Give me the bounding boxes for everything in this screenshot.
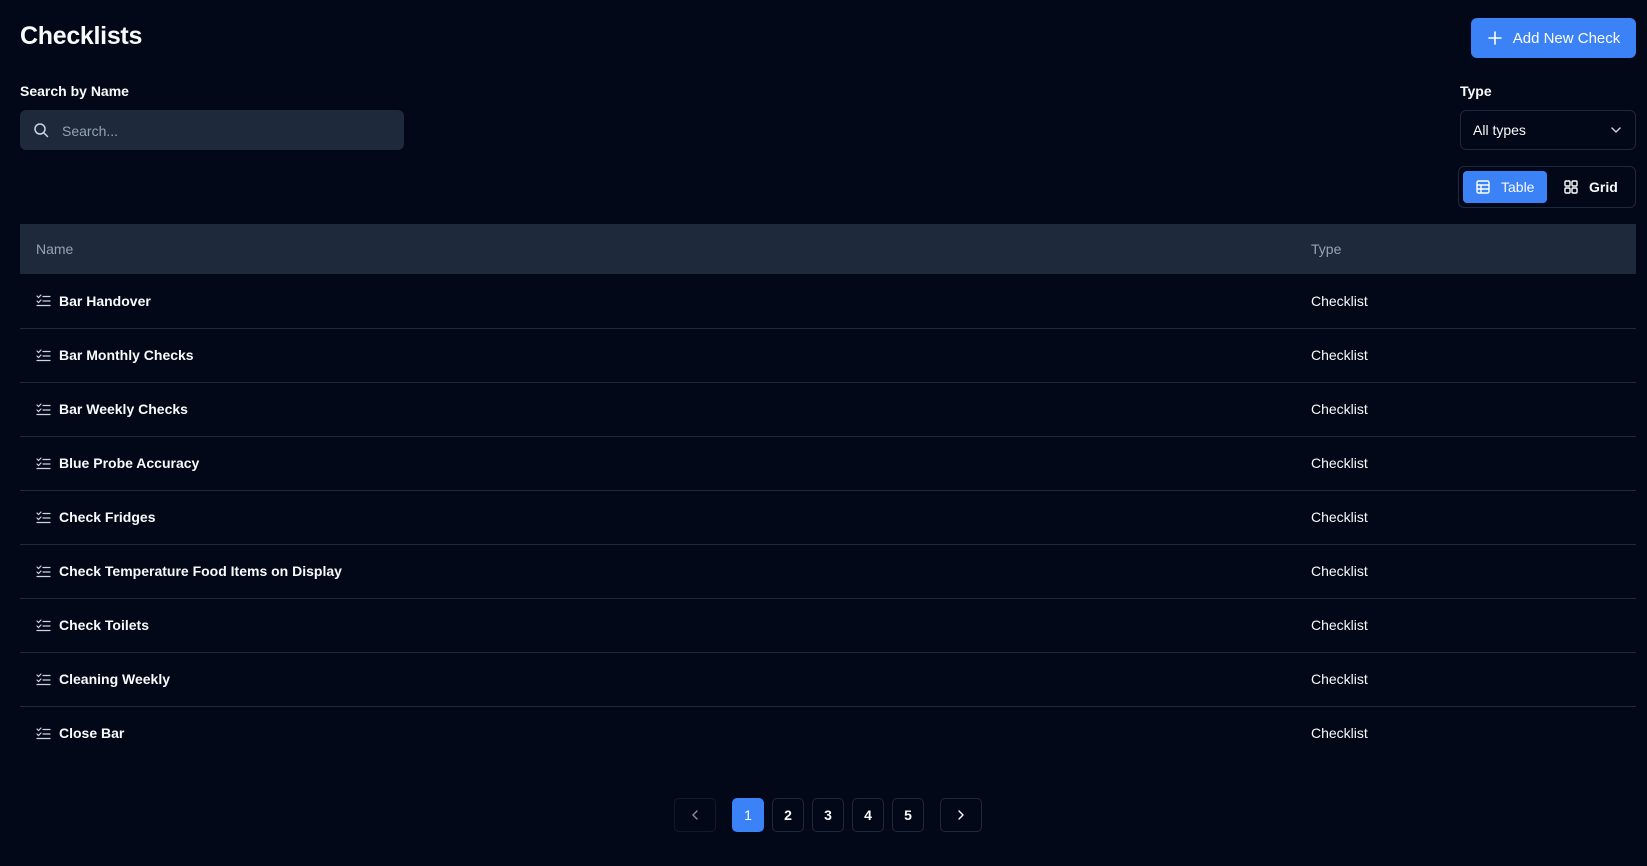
search-icon — [33, 122, 49, 138]
column-header-name[interactable]: Name — [20, 224, 1295, 274]
page-button-1[interactable]: 1 — [732, 798, 764, 832]
list-checks-icon — [36, 456, 51, 471]
type-select-value: All types — [1473, 122, 1526, 138]
row-name: Check Fridges — [59, 509, 156, 525]
grid-view-label: Grid — [1589, 179, 1618, 195]
row-type: Checklist — [1311, 455, 1368, 471]
row-type: Checklist — [1311, 725, 1368, 742]
row-name: Bar Monthly Checks — [59, 347, 194, 363]
next-page-button[interactable] — [940, 798, 982, 832]
table-row[interactable]: Check Toilets Checklist — [20, 598, 1636, 652]
table-row[interactable]: Check Fridges Checklist — [20, 490, 1636, 544]
table-row[interactable]: Blue Probe Accuracy Checklist — [20, 436, 1636, 490]
add-new-check-button[interactable]: Add New Check — [1471, 18, 1636, 58]
table-row[interactable]: Bar Weekly Checks Checklist — [20, 382, 1636, 436]
table-row[interactable]: Check Temperature Food Items on Display … — [20, 544, 1636, 598]
table-view-button[interactable]: Table — [1463, 171, 1547, 203]
list-checks-icon — [36, 564, 51, 579]
row-name: Check Toilets — [59, 617, 149, 633]
row-name: Cleaning Weekly — [59, 671, 171, 687]
row-type: Checklist — [1311, 563, 1368, 579]
chevron-down-icon — [1609, 123, 1623, 137]
list-checks-icon — [36, 348, 51, 363]
table-row[interactable]: Bar Monthly Checks Checklist — [20, 328, 1636, 382]
table-header-row: Name Type — [20, 224, 1636, 274]
plus-icon — [1487, 30, 1503, 46]
row-name: Check Temperature Food Items on Display — [59, 563, 342, 579]
row-type: Checklist — [1311, 401, 1368, 417]
list-checks-icon — [36, 293, 51, 308]
row-type: Checklist — [1311, 347, 1368, 363]
row-name: Blue Probe Accuracy — [59, 455, 200, 471]
chevron-left-icon — [688, 808, 702, 822]
page-button-2[interactable]: 2 — [772, 798, 804, 832]
search-box — [20, 110, 404, 152]
row-type: Checklist — [1311, 292, 1368, 309]
row-name: Bar Handover — [59, 292, 151, 309]
list-checks-icon — [36, 618, 51, 633]
list-checks-icon — [36, 672, 51, 687]
row-name: Bar Weekly Checks — [59, 401, 188, 417]
row-type: Checklist — [1311, 671, 1368, 687]
page-button-3[interactable]: 3 — [812, 798, 844, 832]
row-type: Checklist — [1311, 509, 1368, 525]
page-button-4[interactable]: 4 — [852, 798, 884, 832]
row-name: Close Bar — [59, 725, 125, 742]
view-toggle: Table Grid — [1458, 166, 1636, 208]
pagination: 1 2 3 4 5 — [674, 798, 982, 832]
table-row[interactable]: Bar Handover Checklist — [20, 274, 1636, 328]
table-icon — [1475, 179, 1491, 195]
previous-page-button[interactable] — [674, 798, 716, 832]
row-type: Checklist — [1311, 617, 1368, 633]
list-checks-icon — [36, 726, 51, 741]
page-button-5[interactable]: 5 — [892, 798, 924, 832]
table-view-label: Table — [1501, 179, 1535, 195]
type-select[interactable]: All types — [1460, 110, 1636, 150]
search-input[interactable] — [60, 110, 394, 152]
type-filter-label: Type — [1460, 83, 1492, 99]
list-checks-icon — [36, 402, 51, 417]
search-label: Search by Name — [20, 83, 129, 99]
page-title: Checklists — [20, 22, 143, 50]
grid-view-button[interactable]: Grid — [1551, 171, 1630, 203]
add-new-check-label: Add New Check — [1512, 29, 1621, 47]
table-row[interactable]: Cleaning Weekly Checklist — [20, 652, 1636, 706]
list-checks-icon — [36, 510, 51, 525]
column-header-type[interactable]: Type — [1295, 224, 1636, 274]
checklists-table: Name Type Bar Handover Checklist Bar Mon… — [20, 224, 1636, 760]
grid-icon — [1563, 179, 1579, 195]
chevron-right-icon — [954, 808, 968, 822]
table-row[interactable]: Close Bar Checklist — [20, 706, 1636, 760]
